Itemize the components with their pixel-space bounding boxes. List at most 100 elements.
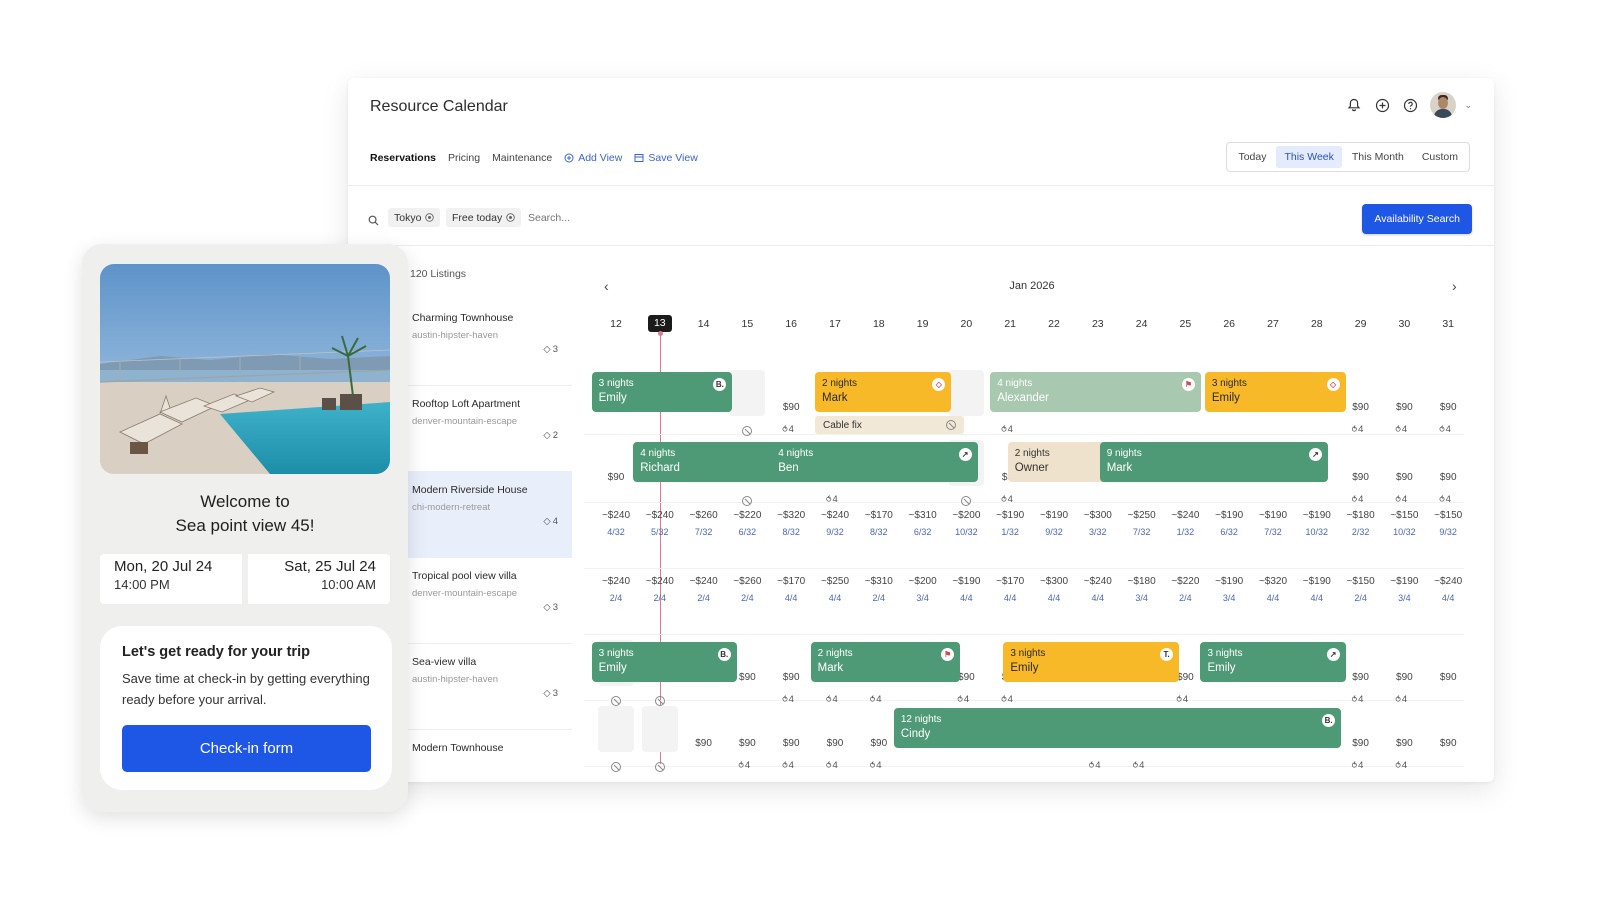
price-cell[interactable]: ~$190 (990, 510, 1030, 521)
price-cell[interactable]: ~$320 (771, 510, 811, 521)
price-cell[interactable]: $90 (1384, 738, 1424, 749)
price-cell[interactable]: $90 (1341, 738, 1381, 749)
price-cell[interactable]: $90 (1384, 672, 1424, 683)
save-view-button[interactable]: Save View (634, 152, 698, 164)
filter-chip-free-today[interactable]: Free today (446, 208, 522, 227)
price-cell[interactable]: $90 (1428, 472, 1468, 483)
price-cell[interactable]: ~$200 (903, 576, 943, 587)
reservation-block[interactable]: 3 nights Emily B. (591, 372, 733, 412)
empty-day-slot[interactable] (641, 706, 678, 752)
listing-row[interactable]: Rooftop Loft Apartment denver-mountain-e… (408, 386, 572, 472)
price-cell[interactable]: $90 (1428, 402, 1468, 413)
filter-chip-tokyo[interactable]: Tokyo (388, 208, 441, 227)
listing-row[interactable]: Charming Townhouse austin-hipster-haven … (408, 300, 572, 386)
price-cell[interactable]: ~$170 (859, 510, 899, 521)
price-cell[interactable]: ~$250 (1122, 510, 1162, 521)
listing-row[interactable]: Sea-view villa austin-hipster-haven ◇ 3 (408, 644, 572, 730)
price-cell[interactable]: ~$190 (1209, 576, 1249, 587)
day-header[interactable]: 28 (1305, 318, 1329, 330)
day-header[interactable]: 27 (1261, 318, 1285, 330)
price-cell[interactable]: ~$300 (1034, 576, 1074, 587)
price-cell[interactable]: ~$190 (1297, 576, 1337, 587)
price-cell[interactable]: $90 (815, 738, 855, 749)
price-cell[interactable]: ~$240 (684, 576, 724, 587)
reservation-block[interactable]: 3 nights Emily ◇ (1204, 372, 1346, 412)
price-cell[interactable]: ~$320 (1253, 576, 1293, 587)
day-header[interactable]: 26 (1217, 318, 1241, 330)
price-cell[interactable]: $90 (771, 402, 811, 413)
reservation-block[interactable]: 2 nights Mark ⚑ (810, 642, 961, 682)
empty-day-slot[interactable] (729, 370, 766, 416)
price-cell[interactable]: ~$190 (1297, 510, 1337, 521)
price-cell[interactable]: $90 (771, 672, 811, 683)
price-cell[interactable]: ~$150 (1384, 510, 1424, 521)
day-header[interactable]: 23 (1086, 318, 1110, 330)
day-header[interactable]: 24 (1130, 318, 1154, 330)
day-header[interactable]: 18 (867, 318, 891, 330)
price-cell[interactable]: ~$240 (1078, 576, 1118, 587)
price-cell[interactable]: ~$190 (946, 576, 986, 587)
price-cell[interactable]: $90 (684, 738, 724, 749)
price-cell[interactable]: ~$260 (727, 576, 767, 587)
price-cell[interactable]: ~$240 (1428, 576, 1468, 587)
plus-circle-icon[interactable] (1374, 97, 1390, 113)
price-cell[interactable]: ~$310 (859, 576, 899, 587)
empty-day-slot[interactable] (598, 706, 634, 752)
reservation-block[interactable]: 4 nights Alexander ⚑ (990, 372, 1201, 412)
price-cell[interactable]: ~$240 (815, 510, 855, 521)
reservation-block[interactable]: 3 nights Emily ↗ (1200, 642, 1346, 682)
day-header[interactable]: 12 (604, 318, 628, 330)
price-cell[interactable]: ~$170 (990, 576, 1030, 587)
price-cell[interactable]: ~$240 (1165, 510, 1205, 521)
price-cell[interactable]: $90 (727, 738, 767, 749)
price-cell[interactable]: ~$190 (1253, 510, 1293, 521)
day-header[interactable]: 21 (998, 318, 1022, 330)
day-header[interactable]: 22 (1042, 318, 1066, 330)
chevron-down-icon[interactable]: ⌄ (1464, 100, 1472, 111)
reservation-block[interactable]: 9 nights Mark ↗ (1099, 442, 1329, 482)
day-header[interactable]: 29 (1349, 318, 1373, 330)
price-cell[interactable]: ~$190 (1034, 510, 1074, 521)
reservation-block[interactable]: 2 nights Mark ◇ (815, 372, 952, 412)
price-cell[interactable]: $90 (771, 738, 811, 749)
day-header[interactable]: 30 (1392, 318, 1416, 330)
price-cell[interactable]: ~$310 (903, 510, 943, 521)
price-cell[interactable]: ~$240 (640, 510, 680, 521)
bell-icon[interactable] (1346, 97, 1362, 113)
range-custom[interactable]: Custom (1414, 146, 1466, 168)
price-cell[interactable]: ~$250 (815, 576, 855, 587)
price-cell[interactable]: ~$190 (1209, 510, 1249, 521)
availability-search-button[interactable]: Availability Search (1362, 204, 1472, 234)
price-cell[interactable]: ~$180 (1341, 510, 1381, 521)
reservation-block[interactable]: 12 nights Cindy B. (893, 708, 1342, 748)
listing-row[interactable]: Modern Townhouse (408, 730, 572, 782)
range-today[interactable]: Today (1230, 146, 1274, 168)
price-cell[interactable]: ~$240 (640, 576, 680, 587)
add-view-button[interactable]: Add View (564, 152, 622, 164)
day-header[interactable]: 14 (692, 318, 716, 330)
close-icon[interactable] (506, 213, 515, 222)
day-header[interactable]: 20 (954, 318, 978, 330)
price-cell[interactable]: ~$240 (596, 576, 636, 587)
price-cell[interactable]: ~$200 (946, 510, 986, 521)
price-cell[interactable]: ~$240 (596, 510, 636, 521)
listing-row[interactable]: Modern Riverside House chi-modern-retrea… (408, 472, 572, 558)
tab-maintenance[interactable]: Maintenance (492, 152, 552, 164)
price-cell[interactable]: ~$190 (1384, 576, 1424, 587)
chevron-right-icon[interactable]: › (1452, 278, 1457, 294)
reservation-block[interactable]: 4 nights Ben ↗ (771, 442, 978, 482)
price-cell[interactable]: ~$150 (1341, 576, 1381, 587)
listing-row[interactable]: Tropical pool view villa denver-mountain… (408, 558, 572, 644)
day-header[interactable]: 31 (1436, 318, 1460, 330)
price-cell[interactable]: $90 (1384, 472, 1424, 483)
price-cell[interactable]: $90 (596, 472, 636, 483)
price-cell[interactable]: ~$170 (771, 576, 811, 587)
day-header[interactable]: 16 (779, 318, 803, 330)
reservation-block[interactable]: 3 nights Emily T. (1003, 642, 1180, 682)
day-header[interactable]: 15 (735, 318, 759, 330)
maintenance-block[interactable]: Cable fix (815, 416, 965, 434)
help-icon[interactable] (1402, 97, 1418, 113)
tab-reservations[interactable]: Reservations (370, 152, 436, 164)
day-header[interactable]: 25 (1173, 318, 1197, 330)
price-cell[interactable]: ~$220 (1165, 576, 1205, 587)
